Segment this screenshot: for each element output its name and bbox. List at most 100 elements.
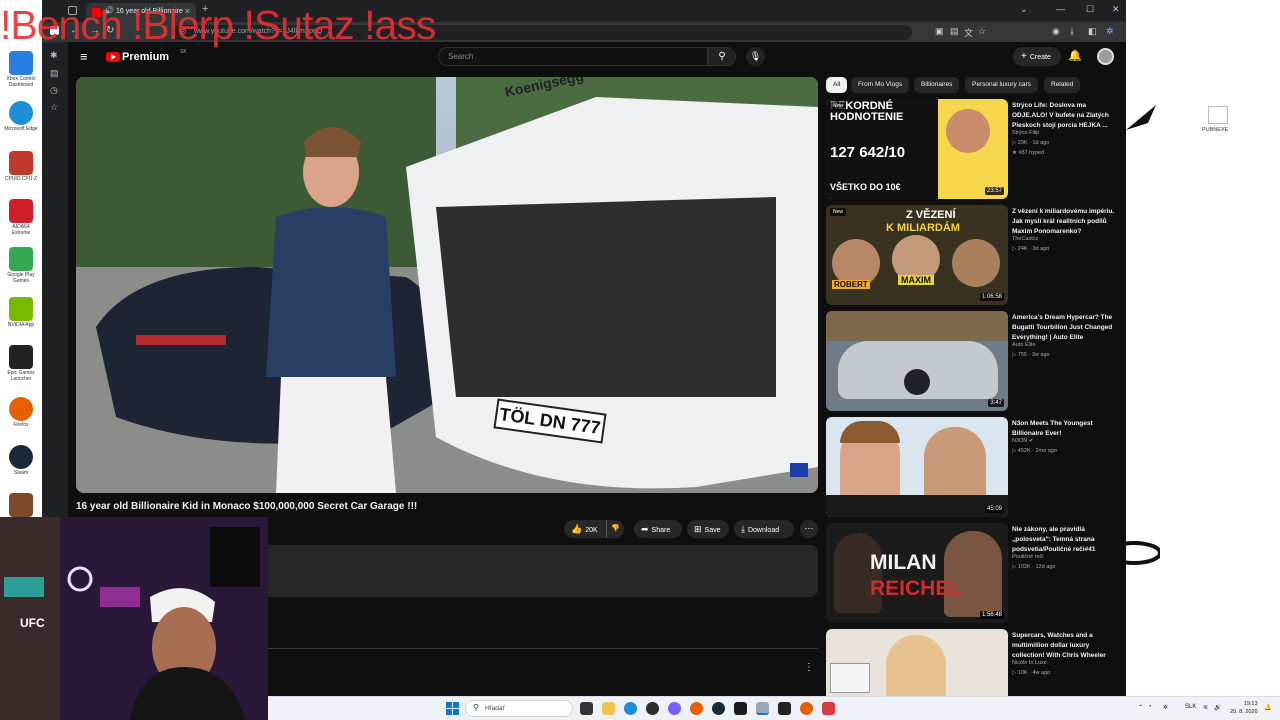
download-button[interactable]: ⤓ Download (734, 520, 794, 538)
taskbar-clock[interactable]: 19:13 20. 8. 2026 (1230, 700, 1258, 716)
recommendation-thumbnail[interactable]: Z VĚZENÍ K MILIARDÁM ROBERT MAXIM New 1:… (826, 205, 1008, 305)
firefox-icon[interactable] (690, 702, 703, 715)
recommendation-title[interactable]: Strýco Life: Doslova ma ODJE.ALO! V bufe… (1012, 101, 1120, 131)
recommendation-thumbnail[interactable]: MILAN REICHEL 1:56:48 (826, 523, 1008, 623)
notifications-bell-icon[interactable]: 🔔 (1068, 49, 1082, 62)
history-icon[interactable]: ◷ (50, 85, 58, 96)
chip-billionaires[interactable]: Billionaires (914, 77, 960, 93)
recommendation-item[interactable]: REKORDNÉ HODNOTENIE 127 642/10 VŠETKO DO… (826, 99, 1122, 199)
windows-start-icon[interactable] (446, 702, 459, 715)
desktop-icon-epic[interactable]: Epic Games Launcher (4, 345, 38, 382)
desktop-icon-nvidia[interactable]: NVIDIA App (4, 297, 38, 328)
extension-icon-2[interactable]: ▤ (950, 26, 959, 37)
copilot-icon[interactable]: ✲ (1106, 26, 1114, 37)
minimize-icon[interactable]: — (1056, 4, 1065, 14)
recommendation-thumbnail[interactable]: 3:47 (826, 311, 1008, 411)
chevron-down-icon[interactable]: ⌄ (1020, 4, 1028, 15)
save-button[interactable]: ⊞ Save (687, 520, 729, 538)
avatar[interactable] (1097, 48, 1114, 65)
desktop-icon-play-games[interactable]: Google Play Games (4, 247, 38, 284)
like-icon[interactable]: 👍 (571, 524, 582, 534)
search-button[interactable]: ⚲ (708, 47, 736, 66)
desktop-icon-edge[interactable]: Microsoft Edge (4, 101, 38, 132)
edge-icon (9, 101, 33, 125)
recommendation-channel[interactable]: TheCastcz (1012, 236, 1038, 242)
recommendation-channel[interactable]: Strýco Filip (1012, 130, 1039, 136)
chip-related[interactable]: Related (1044, 77, 1081, 93)
favorites-icon[interactable]: ☆ (50, 102, 58, 113)
recommendation-thumbnail[interactable]: 45:09 (826, 417, 1008, 517)
like-count[interactable]: 20K (585, 527, 597, 534)
language-indicator[interactable]: SLK (1185, 704, 1196, 710)
wifi-icon[interactable]: ≋ (1203, 704, 1208, 711)
recommendation-title[interactable]: America's Dream Hypercar? The Bugatti To… (1012, 313, 1120, 343)
desktop-icon-aida[interactable]: AIDA64 Extreme (4, 199, 38, 236)
more-options-icon[interactable]: ⋮ (804, 662, 814, 673)
edge-icon[interactable] (624, 702, 637, 715)
collections-icon[interactable]: ▤ (50, 68, 59, 79)
recommendation-item[interactable]: MILAN REICHEL 1:56:48 Nie zákony, ale pr… (826, 523, 1122, 623)
file-explorer-icon[interactable] (602, 702, 615, 715)
recommendation-thumbnail[interactable] (826, 629, 1008, 696)
create-button[interactable]: + Create (1013, 47, 1061, 66)
share-icon: ➦ (641, 524, 649, 534)
desktop-icon-game[interactable] (4, 493, 38, 518)
more-actions-button[interactable]: ⋯ (800, 520, 818, 538)
terminal-icon[interactable] (734, 702, 747, 715)
desktop-icon-firefox[interactable]: Firefox (4, 397, 38, 428)
stream-commands-overlay: !Bench !Blerp !Sutaz !ass (0, 2, 436, 48)
task-view-icon[interactable] (580, 702, 593, 715)
tray-chevron-icon[interactable]: ⌃ (1138, 704, 1143, 711)
recommendation-item[interactable]: Supercars, Watches and a multimillion do… (826, 629, 1122, 696)
desktop-icon-steam[interactable]: Steam (4, 445, 38, 476)
active-browser-icon[interactable] (756, 702, 769, 715)
translate-icon[interactable]: 文 (964, 26, 973, 39)
extension-icon-1[interactable]: ▣ (935, 26, 944, 37)
video-player[interactable]: TÖL DN 777 Koenigsegg (76, 77, 818, 493)
profile-icon[interactable]: ◉ (1052, 26, 1060, 37)
search-input[interactable]: Search (438, 47, 708, 66)
bluetooth-icon[interactable]: ✲ (1163, 704, 1168, 711)
recommendation-channel[interactable]: Pouličné reči (1012, 554, 1044, 560)
chip-personal-luxury-cars[interactable]: Personal luxury cars (965, 77, 1038, 93)
download-icon[interactable]: ⤓ (1070, 26, 1074, 37)
notification-bell-icon[interactable]: 🔔 (1264, 704, 1271, 711)
chip-from-mo-vlogs[interactable]: From Mo Vlogs (851, 77, 910, 93)
messenger-icon[interactable] (668, 702, 681, 715)
recommendation-title[interactable]: Supercars, Watches and a multimillion do… (1012, 631, 1120, 661)
network-icon[interactable]: ◔ (1148, 704, 1152, 710)
youtube-logo-text[interactable]: Premium (122, 51, 169, 63)
share-button[interactable]: ➦ Share (634, 520, 682, 538)
voice-search-button[interactable]: 🎙 (746, 47, 765, 66)
recommendation-item[interactable]: Z VĚZENÍ K MILIARDÁM ROBERT MAXIM New 1:… (826, 205, 1122, 305)
tools-icon[interactable]: ✱ (50, 50, 58, 61)
recommendation-channel[interactable]: Auto Elite (1012, 342, 1036, 348)
firefox-icon-2[interactable] (800, 702, 813, 715)
youtube-logo-icon[interactable] (106, 52, 120, 62)
recommendation-channel[interactable]: Nicole In Luxe (1012, 660, 1047, 666)
recommendation-item[interactable]: 3:47 America's Dream Hypercar? The Bugat… (826, 311, 1122, 411)
recommendation-thumbnail[interactable]: REKORDNÉ HODNOTENIE 127 642/10 VŠETKO DO… (826, 99, 1008, 199)
recommendation-title[interactable]: Z vězení k miliardovému impériu. Jak mys… (1012, 207, 1120, 237)
desktop-icon-xbox[interactable]: Xbox Control Dashboard (4, 51, 38, 88)
app-icon-dark[interactable] (778, 702, 791, 715)
taskbar-search-input[interactable]: ⚲ Hľadať (465, 700, 573, 717)
chatgpt-icon[interactable] (646, 702, 659, 715)
maximize-icon[interactable]: ☐ (1086, 4, 1094, 15)
extensions-puzzle-icon[interactable]: ◧ (1088, 26, 1097, 37)
steam-icon[interactable] (712, 702, 725, 715)
volume-icon[interactable]: 🔊 (1214, 704, 1221, 711)
recommendation-title[interactable]: N3on Meets The Youngest Billionaire Ever… (1012, 419, 1120, 439)
recommendation-item[interactable]: 45:09 N3on Meets The Youngest Billionair… (826, 417, 1122, 517)
chip-all[interactable]: All (826, 77, 848, 93)
menu-icon[interactable]: ≡ (80, 49, 88, 64)
app-icon-red[interactable] (822, 702, 835, 715)
dislike-icon[interactable]: 👎 (611, 520, 620, 538)
recommendation-channel[interactable]: N3ON ✔ (1012, 438, 1033, 444)
desktop-icon-cpuz[interactable]: CPUID CPU-Z (4, 151, 38, 182)
recommendation-title[interactable]: Nie zákony, ale pravidlá „polosveta": Te… (1012, 525, 1120, 555)
file-icon[interactable] (1208, 106, 1228, 124)
close-window-icon[interactable]: ✕ (1112, 4, 1120, 15)
bookmark-star-icon[interactable]: ☆ (978, 26, 986, 37)
desktop-right-area: PUBNEXE (1126, 0, 1280, 696)
